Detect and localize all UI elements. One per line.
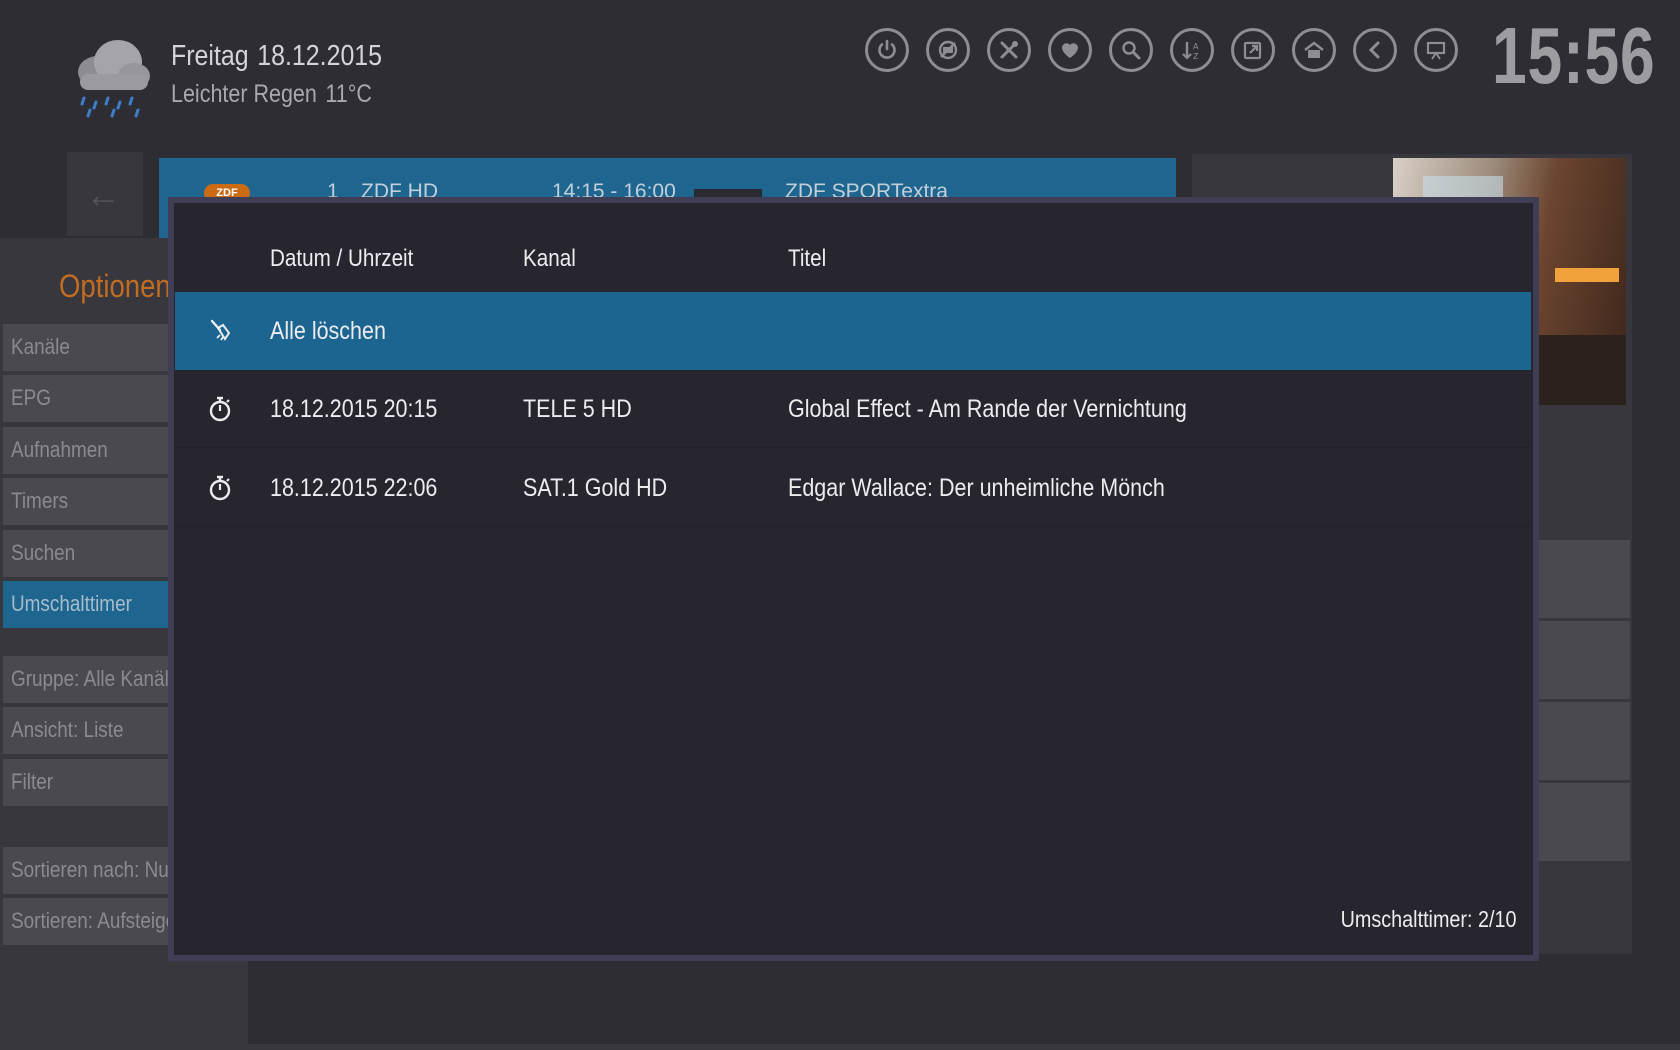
sidebar-item-sortieren[interactable]: Sortieren: Aufsteigend [3,898,173,945]
sidebar-item-label: Umschalttimer [11,591,132,616]
sidebar-item-label: Timers [11,488,69,513]
sidebar-item-label: Suchen [11,540,76,565]
temperature-label: 11°C [325,80,372,108]
back-tile[interactable]: ← [67,152,143,236]
row-channel: SAT.1 Gold HD [523,474,668,502]
bottom-strip [0,1044,1680,1050]
sidebar-item-label: Sortieren nach: Nummer [11,857,173,882]
clear-all-row[interactable]: Alle löschen [175,292,1531,370]
weather-icon [70,30,152,120]
tools-icon[interactable] [987,28,1031,72]
timer-counter: Umschalttimer: 2/10 [1341,906,1517,932]
power-icon[interactable] [865,28,909,72]
column-header-channel: Kanal [523,245,576,272]
right-panel-cell [1538,621,1630,699]
table-row[interactable]: 18.12.2015 20:15 TELE 5 HD Global Effect… [175,370,1531,448]
heart-icon[interactable] [1048,28,1092,72]
row-title: Edgar Wallace: Der unheimliche Mönch [788,474,1165,502]
sidebar-item-sortieren-nach[interactable]: Sortieren nach: Nummer [3,847,173,894]
no-entry-icon[interactable] [926,28,970,72]
sidebar-item-label: Gruppe: Alle Kanäle [11,666,173,691]
timer-dialog-body: Datum / Uhrzeit Kanal Titel Alle löschen… [174,203,1533,955]
sidebar-item-gruppe[interactable]: Gruppe: Alle Kanäle [3,656,173,703]
svg-text:Z: Z [1193,52,1199,61]
sidebar-item-label: Filter [11,769,54,794]
sidebar-item-label: Kanäle [11,334,70,359]
timer-dialog: Datum / Uhrzeit Kanal Titel Alle löschen… [168,197,1539,961]
home-icon[interactable] [1292,28,1336,72]
sidebar-title: Optionen [59,268,171,304]
table-row[interactable]: 18.12.2015 22:06 SAT.1 Gold HD Edgar Wal… [175,449,1531,527]
row-channel: TELE 5 HD [523,395,632,423]
clear-all-label: Alle löschen [270,317,386,345]
presentation-icon[interactable] [1414,28,1458,72]
date-label: 18.12.2015 [257,40,383,72]
stopwatch-icon [209,475,231,501]
search-icon[interactable] [1109,28,1153,72]
clock: 15:56 [1492,11,1656,100]
column-header-datetime: Datum / Uhrzeit [270,245,414,272]
svg-text:A: A [1193,42,1199,51]
sidebar-item-label: Aufnahmen [11,437,108,462]
brush-icon [210,319,231,341]
row-datetime: 18.12.2015 20:15 [270,395,438,423]
stopwatch-icon [209,396,231,422]
sidebar-item-label: Ansicht: Liste [11,717,124,742]
row-title: Global Effect - Am Rande der Vernichtung [788,395,1187,423]
weather-display: Leichter Regen 11°C [171,80,372,109]
column-header-title: Titel [788,245,827,272]
date-display: Freitag 18.12.2015 [171,40,382,73]
sidebar-item-label: EPG [11,385,51,410]
sidebar-item-filter[interactable]: Filter [3,759,173,806]
sidebar-item-umschalttimer[interactable]: Umschalttimer [3,581,173,628]
sort-az-icon[interactable]: AZ [1170,28,1214,72]
sidebar-item-ansicht[interactable]: Ansicht: Liste [3,707,173,754]
sidebar-item-label: Sortieren: Aufsteigend [11,908,173,933]
toolbar: AZ [865,28,1458,72]
sidebar-item-suchen[interactable]: Suchen [3,530,173,577]
sidebar-item-kanaele[interactable]: Kanäle [3,324,173,371]
sidebar-item-timers[interactable]: Timers [3,478,173,525]
sidebar-item-epg[interactable]: EPG [3,375,173,422]
right-panel-cell [1538,702,1630,780]
weather-label: Leichter Regen [171,80,317,108]
weekday-label: Freitag [171,40,249,72]
sidebar-item-aufnahmen[interactable]: Aufnahmen [3,427,173,474]
right-panel-cell [1538,540,1630,618]
row-datetime: 18.12.2015 22:06 [270,474,438,502]
right-panel-cell [1538,783,1630,861]
export-icon[interactable] [1231,28,1275,72]
back-icon[interactable] [1353,28,1397,72]
preview-fireplace [1555,268,1619,282]
arrow-left-icon: ← [85,174,121,215]
